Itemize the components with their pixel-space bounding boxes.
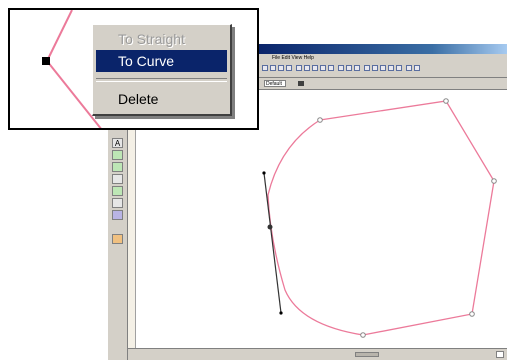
tangent-handle-line [263,172,282,314]
polygon-path[interactable] [267,100,495,336]
control-handle[interactable] [279,311,283,315]
inset-path-segment [46,10,73,62]
zoom-inset: To Straight To Curve Delete [8,8,259,130]
node-point[interactable] [469,311,475,317]
control-handle[interactable] [262,171,266,175]
menu-item-to-curve[interactable]: To Curve [96,50,227,72]
context-menu: To Straight To Curve Delete [92,24,232,116]
menu-item-to-straight: To Straight [118,31,185,47]
menu-item-delete[interactable]: Delete [96,88,227,110]
node-point[interactable] [317,117,323,123]
node-point[interactable] [491,178,497,184]
inset-selected-node[interactable] [42,57,50,65]
menu-separator [96,78,227,82]
selected-node-point[interactable] [267,224,273,230]
node-point[interactable] [360,332,366,338]
node-point[interactable] [443,98,449,104]
app-window: File Edit View Help Default A To Straigh… [0,0,507,360]
